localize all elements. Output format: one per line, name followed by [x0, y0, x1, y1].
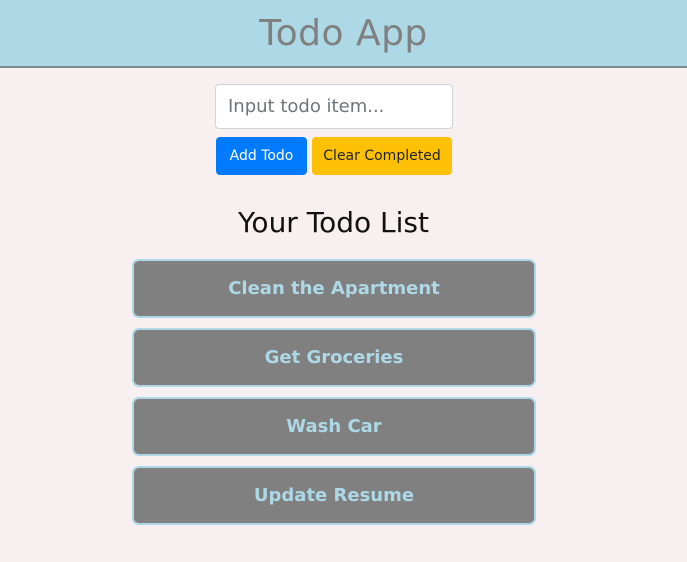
todo-item-label: Clean the Apartment	[228, 278, 440, 299]
todo-item-label: Update Resume	[253, 485, 415, 506]
app-header: Todo App	[0, 0, 687, 68]
todo-list-heading: Your Todo List	[238, 206, 429, 239]
todo-item[interactable]: Get Groceries	[132, 328, 536, 387]
todo-item[interactable]: Clean the Apartment	[132, 259, 536, 318]
todo-item-label: Get Groceries	[264, 347, 404, 368]
todo-list: Clean the Apartment Get Groceries Wash C…	[132, 259, 536, 535]
todo-input[interactable]	[215, 84, 453, 129]
todo-item[interactable]: Wash Car	[132, 397, 536, 456]
todo-item[interactable]: Update Resume	[132, 466, 536, 525]
clear-completed-button[interactable]: Clear Completed	[312, 137, 452, 175]
todo-item-label: Wash Car	[286, 416, 382, 437]
app-title: Todo App	[259, 12, 428, 54]
add-todo-button[interactable]: Add Todo	[216, 137, 307, 175]
